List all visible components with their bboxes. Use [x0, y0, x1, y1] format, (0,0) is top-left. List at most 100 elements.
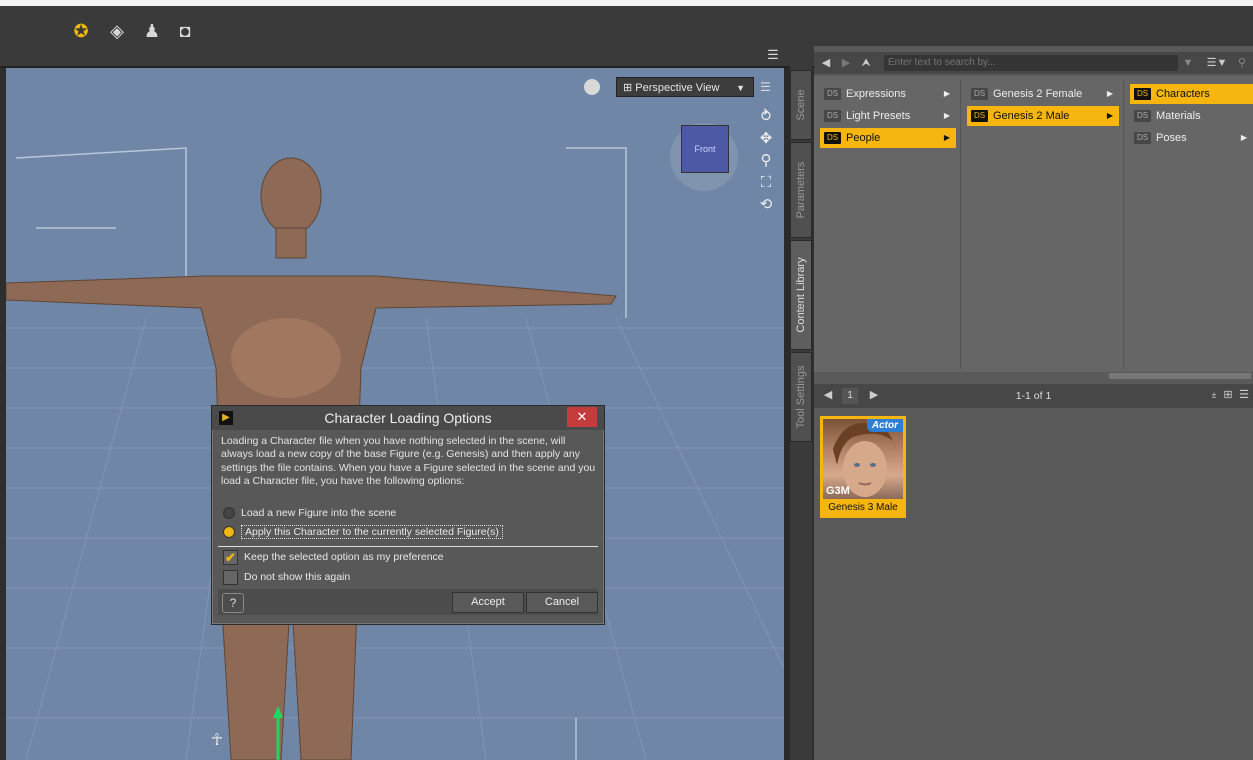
camera-view-label: Perspective View — [635, 82, 720, 94]
category-people[interactable]: DS People ▶ — [820, 128, 956, 148]
camera-tools: ⥁ ✥ ⚲ ⛶ ⟲ — [756, 106, 776, 216]
back-icon[interactable]: ◀ — [818, 55, 834, 71]
asset-label: Genesis 3 Male — [828, 502, 898, 513]
results-toolbar: 1-1 of 1 ◀ 1 ▶ ± ⊞ ☰ — [814, 384, 1253, 408]
tab-content-library[interactable]: Content Library — [790, 240, 812, 350]
tab-content-library-label: Content Library — [795, 257, 807, 333]
category-label: Genesis 2 Male — [993, 110, 1070, 122]
chevron-right-icon: ▶ — [1106, 89, 1113, 98]
library-toolbar: ◀ ▶ ⮝ ▼ ☰▼ ⚲ — [814, 52, 1253, 74]
asset-thumbnail[interactable]: Actor G3M Genesis 3 Male — [820, 416, 906, 518]
do-not-show-label: Do not show this again — [244, 571, 351, 583]
prev-page-icon[interactable]: ◀ — [820, 387, 836, 403]
database-icon[interactable]: ☰▼ — [1204, 55, 1230, 71]
tab-parameters-label: Parameters — [795, 161, 807, 219]
category-column-2: DS Genesis 2 Female ▶ DS Genesis 2 Male ▶ — [961, 80, 1124, 370]
view-grid-icon: ⊞ — [623, 82, 636, 94]
frame-icon[interactable]: ⛶ — [756, 172, 776, 194]
category-label: Poses — [1156, 132, 1187, 144]
category-poses[interactable]: DS Poses ▶ — [1130, 128, 1253, 148]
reset-icon[interactable]: ⟲ — [756, 194, 776, 216]
pan-icon[interactable]: ✥ — [756, 128, 776, 150]
category-column-1: DS Expressions ▶ DS Light Presets ▶ DS People… — [814, 80, 961, 370]
help-icon: ? — [229, 596, 237, 610]
keep-preference-label: Keep the selected option as my preferenc… — [244, 551, 444, 563]
chevron-right-icon: ▶ — [943, 133, 950, 142]
search-input[interactable] — [884, 55, 1178, 71]
category-label: Materials — [1156, 110, 1201, 122]
category-expressions[interactable]: DS Expressions ▶ — [820, 84, 956, 104]
close-button[interactable]: ✕ — [567, 407, 597, 427]
cancel-button[interactable]: Cancel — [526, 592, 598, 613]
category-label: Expressions — [846, 88, 906, 100]
asset-preview-image: Actor G3M — [823, 419, 903, 499]
accept-button[interactable]: Accept — [452, 592, 524, 613]
figure-tool-icon[interactable]: ♟ — [141, 20, 163, 42]
folder-icon: DS — [1134, 132, 1151, 144]
search-dropdown-icon[interactable]: ▼ — [1180, 55, 1196, 71]
radio-load-new[interactable] — [223, 507, 235, 520]
category-materials[interactable]: DS Materials — [1130, 106, 1253, 126]
search-icon[interactable]: ⚲ — [1234, 55, 1250, 71]
do-not-show-option[interactable]: Do not show this again — [223, 569, 350, 585]
grid-view-icon[interactable]: ⊞ — [1220, 387, 1236, 403]
category-label: Genesis 2 Female — [993, 88, 1083, 100]
keep-preference-option[interactable]: ✔ Keep the selected option as my preferen… — [223, 549, 444, 565]
asset-code: G3M — [826, 485, 850, 497]
radio-apply-character[interactable] — [223, 526, 235, 539]
camera-tool-icon[interactable]: ◘ — [174, 20, 196, 42]
viewport-menu-icon[interactable]: ☰ — [762, 44, 784, 66]
dialog-separator — [218, 546, 598, 547]
category-genesis-2-female[interactable]: DS Genesis 2 Female ▶ — [967, 84, 1119, 104]
category-label: Light Presets — [846, 110, 911, 122]
universal-tool-icon[interactable]: ✪ — [70, 20, 92, 42]
orbit-icon[interactable]: ⥁ — [756, 106, 776, 128]
dialog-description: Loading a Character file when you have n… — [221, 435, 596, 487]
tab-parameters[interactable]: Parameters — [790, 142, 812, 238]
folder-icon: DS — [971, 88, 988, 100]
option-load-new[interactable]: Load a new Figure into the scene — [223, 505, 396, 521]
viewport-options-icon[interactable]: ☰ — [760, 77, 774, 97]
help-button[interactable]: ? — [222, 593, 244, 613]
chevron-down-icon: ▼ — [736, 83, 745, 93]
rotate-tool-icon[interactable]: ◈ — [106, 20, 128, 42]
option-apply-character-label: Apply this Character to the currently se… — [241, 525, 503, 539]
horizontal-scrollbar[interactable] — [1109, 373, 1251, 379]
draw-style-icon[interactable] — [584, 79, 600, 95]
do-not-show-checkbox[interactable] — [223, 569, 238, 585]
dialog-title-bar[interactable]: Character Loading Options — [212, 406, 604, 430]
up-icon[interactable]: ⮝ — [858, 55, 874, 71]
category-label: People — [846, 132, 881, 144]
zoom-icon[interactable]: ⚲ — [756, 150, 776, 172]
folder-icon: DS — [824, 132, 841, 144]
category-light-presets[interactable]: DS Light Presets ▶ — [820, 106, 956, 126]
folder-icon: DS — [1134, 110, 1151, 122]
list-view-icon[interactable]: ☰ — [1236, 387, 1252, 403]
folder-icon: DS — [824, 88, 841, 100]
category-characters[interactable]: DS Characters — [1130, 84, 1253, 104]
figure-pose-icon: ☥ — [211, 732, 223, 749]
page-number[interactable]: 1 — [842, 388, 858, 404]
next-page-icon[interactable]: ▶ — [866, 387, 882, 403]
option-apply-character[interactable]: Apply this Character to the currently se… — [223, 524, 503, 540]
view-cube[interactable]: Front — [681, 125, 729, 173]
keep-preference-checkbox[interactable]: ✔ — [223, 549, 238, 565]
camera-view-select[interactable]: ⊞ Perspective View ▼ — [616, 77, 754, 97]
title-strip — [0, 0, 1253, 6]
category-genesis-2-male[interactable]: DS Genesis 2 Male ▶ — [967, 106, 1119, 126]
chevron-right-icon: ▶ — [1106, 111, 1113, 120]
chevron-right-icon: ▶ — [1240, 133, 1247, 142]
folder-icon: DS — [971, 110, 988, 122]
forward-icon[interactable]: ▶ — [838, 55, 854, 71]
category-column-3: DS Characters DS Materials DS Poses ▶ — [1124, 80, 1253, 370]
view-cube-label: Front — [694, 144, 716, 154]
tab-scene-label: Scene — [795, 89, 807, 121]
dialog-title: Character Loading Options — [324, 410, 492, 426]
tab-tool-settings[interactable]: Tool Settings — [790, 352, 812, 442]
asset-badge: Actor — [866, 419, 903, 432]
folder-icon: DS — [824, 110, 841, 122]
category-label: Characters — [1156, 88, 1210, 100]
close-icon: ✕ — [576, 409, 588, 424]
tab-scene[interactable]: Scene — [790, 70, 812, 140]
category-columns: DS Expressions ▶ DS Light Presets ▶ DS People… — [814, 76, 1253, 372]
